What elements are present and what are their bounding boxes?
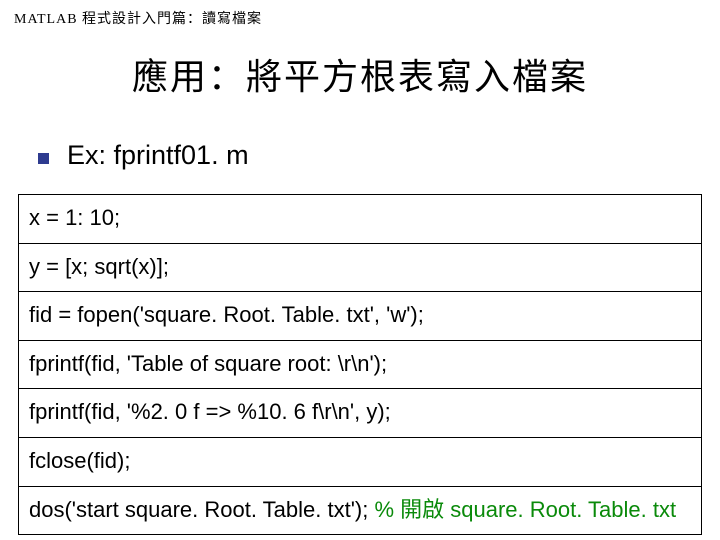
code-line: fprintf(fid, '%2. 0 f => %10. 6 f\r\n', … bbox=[19, 389, 701, 438]
code-text: dos('start square. Root. Table. txt'); bbox=[29, 497, 374, 522]
code-line: fid = fopen('square. Root. Table. txt', … bbox=[19, 292, 701, 341]
page-header: MATLAB 程式設計入門篇：讀寫檔案 bbox=[14, 8, 262, 28]
subtitle-row: Ex: fprintf01. m bbox=[38, 140, 249, 171]
code-line: fprintf(fid, 'Table of square root: \r\n… bbox=[19, 341, 701, 390]
code-line: fclose(fid); bbox=[19, 438, 701, 487]
code-comment: % 開啟 square. Root. Table. txt bbox=[374, 497, 676, 522]
code-line: dos('start square. Root. Table. txt'); %… bbox=[19, 487, 701, 535]
code-line: x = 1: 10; bbox=[19, 195, 701, 244]
example-label: Ex: fprintf01. m bbox=[67, 140, 249, 171]
bullet-square-icon bbox=[38, 153, 49, 164]
slide-title: 應用：將平方根表寫入檔案 bbox=[0, 48, 720, 100]
code-line: y = [x; sqrt(x)]; bbox=[19, 244, 701, 293]
code-box: x = 1: 10; y = [x; sqrt(x)]; fid = fopen… bbox=[18, 194, 702, 535]
